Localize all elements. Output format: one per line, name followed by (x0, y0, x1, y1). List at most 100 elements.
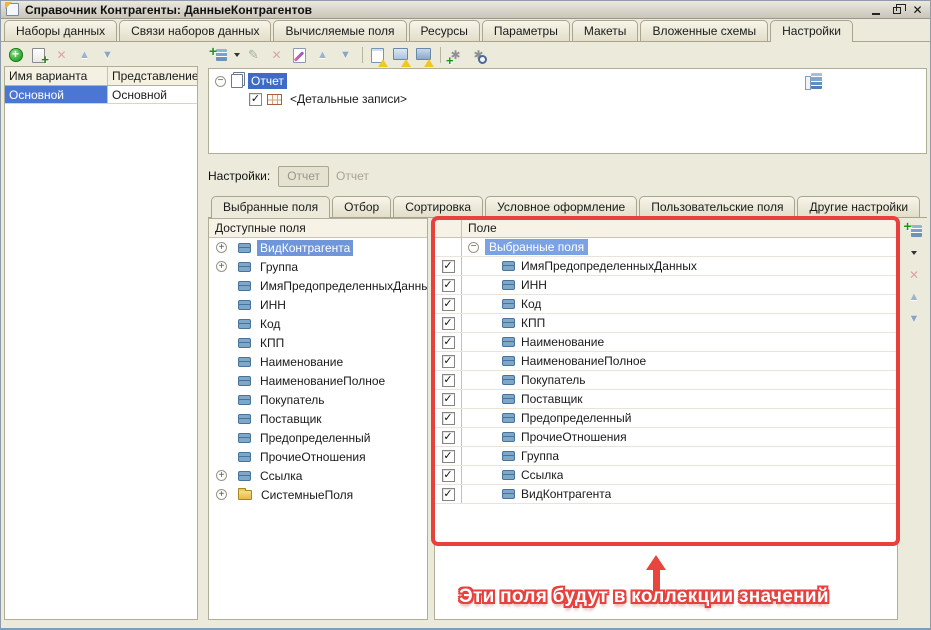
tab-Пользовательские поля[interactable]: Пользовательские поля (639, 196, 795, 217)
move-down-icon[interactable] (97, 46, 118, 65)
field-checkbox[interactable] (442, 279, 455, 292)
add-list-icon[interactable] (209, 46, 230, 65)
view-settings-icon[interactable] (468, 46, 489, 65)
selected-group-row[interactable]: Выбранные поля (435, 238, 897, 257)
variant-row[interactable]: Основной Основной (5, 86, 197, 104)
available-field-item[interactable]: ПрочиеОтношения (209, 447, 427, 466)
restore-button[interactable] (889, 3, 904, 17)
detail-records-checkbox[interactable] (249, 93, 262, 106)
move-down-icon[interactable] (335, 46, 356, 65)
tab-Выбранные поля[interactable]: Выбранные поля (211, 196, 330, 218)
delete-icon[interactable] (266, 46, 287, 65)
tab-Наборы данных[interactable]: Наборы данных (4, 20, 117, 41)
available-field-item[interactable]: НаименованиеПолное (209, 371, 427, 390)
report-output-icon[interactable] (367, 46, 388, 65)
selected-field-row[interactable]: ИмяПредопределенныхДанных (435, 257, 897, 276)
available-field-item[interactable]: ВидКонтрагента (209, 238, 427, 257)
selected-field-row[interactable]: Предопределенный (435, 409, 897, 428)
add-copy-icon[interactable] (28, 46, 49, 65)
variant-presentation-cell[interactable]: Основной (108, 86, 197, 103)
field-checkbox[interactable] (442, 393, 455, 406)
detail-records-label[interactable]: <Детальные записи> (287, 91, 410, 107)
move-up-icon[interactable] (74, 46, 95, 65)
caret-down-icon[interactable] (910, 243, 919, 262)
wizard-icon[interactable] (289, 46, 310, 65)
available-field-item[interactable]: ИмяПредопределенныхДанных (209, 276, 427, 295)
selected-field-row[interactable]: Группа (435, 447, 897, 466)
available-field-item[interactable]: Группа (209, 257, 427, 276)
load-settings-icon[interactable] (390, 46, 411, 65)
edit-pencil-icon[interactable] (243, 46, 264, 65)
expand-icon[interactable] (216, 261, 227, 272)
available-field-item[interactable]: Ссылка (209, 466, 427, 485)
move-up-icon[interactable] (904, 287, 925, 306)
tab-Макеты[interactable]: Макеты (572, 20, 639, 41)
available-field-item[interactable]: СистемныеПоля (209, 485, 427, 504)
tree-node-label[interactable]: Отчет (248, 73, 287, 89)
delete-icon[interactable] (51, 46, 72, 65)
available-field-item[interactable]: Покупатель (209, 390, 427, 409)
add-settings-icon[interactable] (445, 46, 466, 65)
selected-field-row[interactable]: Поставщик (435, 390, 897, 409)
tab-Условное оформление[interactable]: Условное оформление (485, 196, 637, 217)
save-settings-icon[interactable] (413, 46, 434, 65)
variant-name-cell[interactable]: Основной (5, 86, 108, 103)
field-checkbox[interactable] (442, 374, 455, 387)
field-checkbox[interactable] (442, 469, 455, 482)
move-down-icon[interactable] (904, 309, 925, 328)
add-icon[interactable] (5, 46, 26, 65)
available-field-item[interactable]: КПП (209, 333, 427, 352)
available-field-item[interactable]: Код (209, 314, 427, 333)
field-checkbox[interactable] (442, 317, 455, 330)
tree-node-report[interactable]: Отчет (209, 69, 926, 89)
expand-icon[interactable] (216, 242, 227, 253)
field-checkbox[interactable] (442, 336, 455, 349)
delete-icon[interactable] (904, 265, 925, 284)
tab-Сортировка[interactable]: Сортировка (393, 196, 483, 217)
field-checkbox[interactable] (442, 450, 455, 463)
tab-Другие настройки[interactable]: Другие настройки (797, 196, 920, 217)
tab-Связи наборов данных[interactable]: Связи наборов данных (119, 20, 271, 41)
selected-field-row[interactable]: Покупатель (435, 371, 897, 390)
selected-group-label[interactable]: Выбранные поля (485, 239, 588, 255)
tab-Вычисляемые поля[interactable]: Вычисляемые поля (273, 20, 406, 41)
tab-Параметры[interactable]: Параметры (482, 20, 570, 41)
report-chip-button[interactable]: Отчет (278, 166, 329, 187)
close-button[interactable]: ✕ (910, 3, 925, 17)
selected-field-row[interactable]: ИНН (435, 276, 897, 295)
available-field-item[interactable]: Предопределенный (209, 428, 427, 447)
tab-Ресурсы[interactable]: Ресурсы (409, 20, 480, 41)
selected-field-row[interactable]: ВидКонтрагента (435, 485, 897, 504)
field-checkbox[interactable] (442, 431, 455, 444)
field-checkbox[interactable] (442, 260, 455, 273)
selected-fields-header[interactable]: Поле (462, 219, 497, 237)
selected-field-row[interactable]: Код (435, 295, 897, 314)
field-checkbox[interactable] (442, 412, 455, 425)
selected-field-row[interactable]: НаименованиеПолное (435, 352, 897, 371)
available-field-item[interactable]: Наименование (209, 352, 427, 371)
column-header-variant-name[interactable]: Имя варианта (5, 67, 108, 85)
move-up-icon[interactable] (312, 46, 333, 65)
tab-Вложенные схемы[interactable]: Вложенные схемы (640, 20, 768, 41)
selected-field-row[interactable]: Ссылка (435, 466, 897, 485)
expand-icon[interactable] (216, 470, 227, 481)
tab-Настройки[interactable]: Настройки (770, 20, 853, 42)
selected-field-row[interactable]: Наименование (435, 333, 897, 352)
field-checkbox[interactable] (442, 298, 455, 311)
available-field-item[interactable]: ИНН (209, 295, 427, 314)
field-checkbox[interactable] (442, 488, 455, 501)
tree-node-detail-records[interactable]: <Детальные записи> (209, 89, 926, 109)
selected-field-row[interactable]: КПП (435, 314, 897, 333)
titlebar[interactable]: Справочник Контрагенты: ДанныеКонтрагент… (1, 1, 930, 19)
caret-down-icon[interactable] (232, 46, 241, 65)
field-checkbox[interactable] (442, 355, 455, 368)
selected-field-row[interactable]: ПрочиеОтношения (435, 428, 897, 447)
expand-icon[interactable] (216, 489, 227, 500)
collapse-icon[interactable] (468, 242, 479, 253)
available-field-item[interactable]: Поставщик (209, 409, 427, 428)
minimize-button[interactable] (868, 3, 883, 17)
tab-Отбор[interactable]: Отбор (332, 196, 391, 217)
collapse-icon[interactable] (215, 76, 226, 87)
add-list-icon[interactable] (904, 221, 925, 240)
column-header-presentation[interactable]: Представление (108, 67, 197, 85)
